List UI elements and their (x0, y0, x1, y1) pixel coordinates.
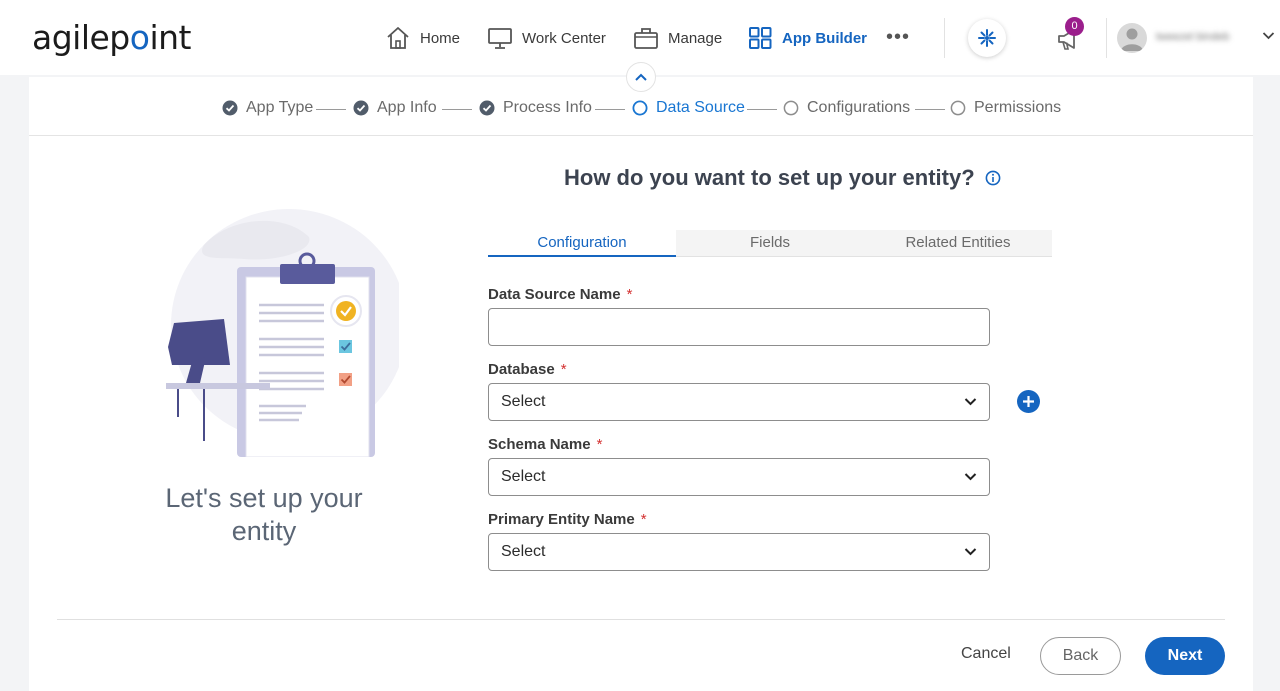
step-label: Configurations (807, 99, 911, 116)
ai-assistant-button[interactable] (968, 19, 1006, 57)
nav-divider (944, 18, 945, 58)
nav-manage-label: Manage (668, 29, 723, 47)
data-source-name-label-text: Data Source Name (488, 286, 621, 303)
step-label: Process Info (503, 99, 592, 116)
plus-icon (1023, 396, 1034, 407)
nav-work-center[interactable]: Work Center (487, 24, 606, 52)
nav-home[interactable]: Home (385, 24, 460, 52)
tab-fields[interactable]: Fields (676, 230, 864, 257)
check-circle-icon (222, 100, 238, 116)
empty-step-circle-icon (950, 100, 966, 116)
chevron-down-icon (964, 398, 977, 406)
agilepoint-logo[interactable]: agilepoint (32, 18, 192, 57)
user-silhouette-icon (1121, 28, 1143, 51)
user-name[interactable]: tweezel bindeb (1156, 31, 1252, 45)
schema-name-select-value: Select (501, 468, 546, 485)
database-label-text: Database (488, 361, 555, 378)
step-process-info[interactable]: Process Info (479, 99, 592, 117)
ai-sparkle-icon (978, 29, 996, 47)
user-avatar[interactable] (1117, 23, 1147, 53)
nav-manage[interactable]: Manage (633, 24, 722, 52)
nav-app-builder-label: App Builder (782, 29, 867, 47)
back-button[interactable]: Back (1040, 637, 1121, 675)
next-button[interactable]: Next (1145, 637, 1225, 675)
primary-entity-name-label-text: Primary Entity Name (488, 511, 635, 528)
briefcase-icon (634, 28, 658, 49)
schema-name-label: Schema Name * (488, 436, 602, 453)
step-label: App Type (246, 99, 314, 116)
required-marker: * (640, 511, 647, 528)
add-database-button[interactable] (1017, 390, 1040, 413)
step-app-type[interactable]: App Type (222, 99, 313, 117)
notification-count-badge: 0 (1065, 17, 1084, 36)
nav-work-center-label: Work Center (522, 29, 606, 47)
primary-entity-name-select-value: Select (501, 543, 546, 560)
footer-divider (57, 619, 1225, 620)
check-circle-icon (353, 100, 369, 116)
chevron-down-icon[interactable] (1262, 31, 1275, 41)
home-icon (387, 27, 409, 49)
left-panel-title: Let's set up your entity (165, 483, 363, 546)
empty-step-circle-icon (783, 100, 799, 116)
step-label: Permissions (974, 99, 1062, 116)
chevron-down-icon (964, 548, 977, 556)
tab-configuration[interactable]: Configuration (488, 230, 676, 257)
monitor-icon (488, 28, 512, 49)
step-app-info[interactable]: App Info (353, 99, 437, 117)
chevron-up-icon (635, 73, 647, 81)
form-heading: How do you want to set up your entity? (564, 165, 1001, 191)
step-connector (915, 109, 945, 110)
primary-entity-name-select[interactable]: Select (488, 533, 990, 571)
required-marker: * (626, 286, 633, 303)
database-select[interactable]: Select (488, 383, 990, 421)
step-configurations[interactable]: Configurations (783, 99, 910, 117)
cancel-button[interactable]: Cancel (961, 645, 1011, 663)
entity-setup-tabs: Configuration Fields Related Entities (488, 230, 1052, 257)
check-circle-icon (479, 100, 495, 116)
nav-app-builder[interactable]: App Builder (748, 24, 867, 52)
data-source-name-input[interactable] (488, 308, 990, 346)
current-step-circle-icon (632, 100, 648, 116)
tab-related-entities[interactable]: Related Entities (864, 230, 1052, 257)
required-marker: * (596, 436, 603, 453)
database-label: Database * (488, 361, 567, 378)
nav-home-label: Home (420, 29, 461, 47)
step-label: Data Source (656, 99, 745, 116)
schema-name-select[interactable]: Select (488, 458, 990, 496)
user-divider (1106, 18, 1107, 58)
primary-entity-name-label: Primary Entity Name * (488, 511, 647, 528)
step-connector (442, 109, 472, 110)
schema-name-label-text: Schema Name (488, 436, 591, 453)
collapse-header-button[interactable] (626, 62, 656, 92)
step-connector (747, 109, 777, 110)
chevron-down-icon (964, 473, 977, 481)
grid-icon (749, 27, 772, 49)
step-permissions[interactable]: Permissions (950, 99, 1061, 117)
required-marker: * (560, 361, 567, 378)
step-connector (595, 109, 625, 110)
database-select-value: Select (501, 393, 546, 410)
entity-setup-illustration (166, 209, 399, 457)
step-connector (316, 109, 346, 110)
data-source-name-label: Data Source Name * (488, 286, 632, 303)
step-label: App Info (377, 99, 437, 116)
more-options-icon[interactable]: ••• (886, 26, 910, 49)
step-data-source[interactable]: Data Source (632, 99, 745, 117)
form-heading-text: How do you want to set up your entity? (564, 165, 975, 190)
info-icon[interactable] (985, 170, 1001, 186)
wizard-card: App Type App Info Process Info Data Sour… (29, 77, 1253, 691)
